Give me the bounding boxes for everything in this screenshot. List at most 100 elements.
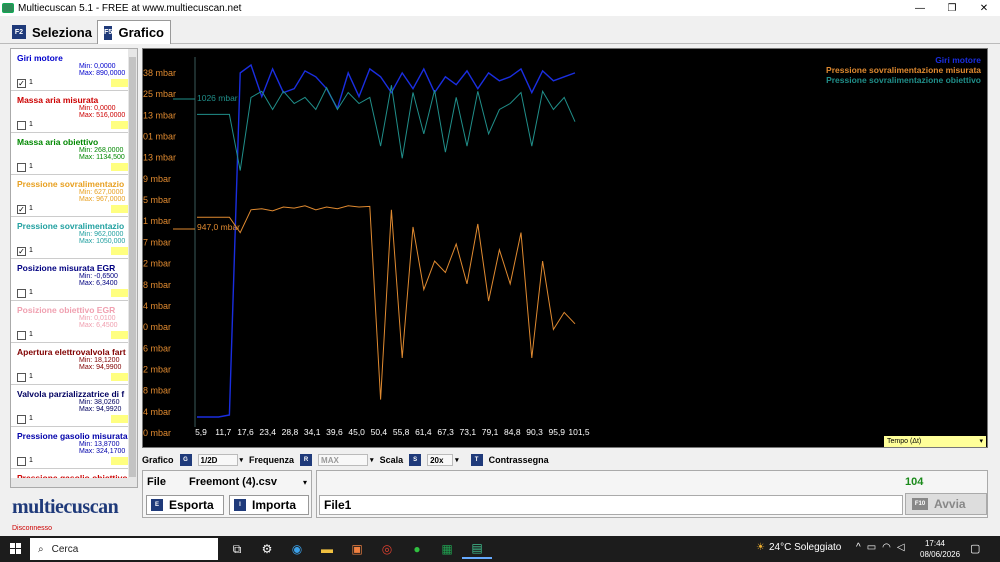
tab-seleziona[interactable]: F2 Seleziona [6,20,98,44]
parameter-checkbox[interactable] [17,457,26,466]
file-select[interactable]: Freemont (4).csv [189,476,277,488]
x-tick-label: 34,1 [304,427,321,437]
importa-button[interactable]: I Importa [229,495,309,515]
scala-select[interactable]: 20x [427,454,454,466]
app-icon-settings[interactable]: ⚙ [252,539,282,559]
x-tick-label: 17,6 [237,427,254,437]
annotation-misurata: 947,0 mbar [197,222,240,232]
parameter-item[interactable]: Posizione obiettivo EGR Min: 0,0100 Max: 6… [11,301,133,343]
x-tick-label: 73,1 [460,427,477,437]
parameter-checkbox[interactable] [17,121,26,130]
parameter-name: Giri motore [17,53,63,63]
chevron-down-icon[interactable]: ▾ [455,456,459,464]
x-tick-label: 39,6 [326,427,343,437]
scrollbar-thumb[interactable] [129,57,136,477]
x-tick-label: 90,3 [526,427,543,437]
parameter-max: Max: 6,4500 [79,322,118,329]
esporta-button[interactable]: E Esporta [146,495,224,515]
parameter-axis-number: 1 [29,289,33,296]
x-axis-label-selector[interactable]: Tempo (Δt) ▾ [884,436,986,447]
esporta-label: Esporta [169,498,214,512]
parameter-item[interactable]: Valvola parzializzatrice di f Min: 38,026… [11,385,133,427]
minimize-button[interactable]: — [904,0,936,16]
horizontal-scrollbar[interactable] [11,478,129,487]
parameter-item[interactable]: Apertura elettrovalvola fart Min: 18,1200… [11,343,133,385]
parameter-axis-number: 1 [29,79,33,86]
parameter-item[interactable]: Pressione sovralimentazio Min: 627,0000 Ma… [11,175,133,217]
wifi-icon[interactable]: ◠ [882,542,891,553]
y-tick-label: 4 mbar [143,407,171,417]
parameter-item[interactable]: Posizione misurata EGR Min: -0,6500 Max: 6… [11,259,133,301]
grafico-key[interactable]: G [179,454,192,466]
y-tick-label: 13 mbar [143,153,176,163]
volume-icon[interactable]: ◁ [897,542,905,553]
sample-count: 104 [905,476,924,488]
parameter-item[interactable]: Massa aria obiettivo Min: 268,0000 Max: 11… [11,133,133,175]
taskbar: ⌕ Cerca ⧉ ⚙ ◉ ▬ ▣ ◎ ● ▦ ▤ ☀ 24°C Soleggiat… [0,536,1000,562]
parameter-axis-number: 1 [29,205,33,212]
parameter-checkbox[interactable]: ✓ [17,247,26,256]
weather-widget[interactable]: ☀ 24°C Soleggiato [756,542,841,553]
clock-date: 08/06/2026 [920,550,961,559]
contrassegna-label[interactable]: Contrassegna [489,455,549,465]
parameter-min: Min: 13,8700 [79,441,120,448]
windows-start-icon[interactable] [10,543,22,555]
task-view-icon[interactable]: ⧉ [222,539,252,559]
parameter-name: Pressione gasolio misurata [17,431,128,441]
vertical-scrollbar[interactable] [128,49,137,487]
taskbar-search[interactable]: ⌕ Cerca [30,538,218,560]
close-button[interactable]: ✕ [968,0,1000,16]
network-icon[interactable]: ▭ [867,542,876,553]
system-tray[interactable]: ^ ▭ ◠ ◁ [856,542,905,553]
edge-icon[interactable]: ◉ [282,539,312,559]
parameter-item[interactable]: Pressione gasolio misurata Min: 13,8700 Ma… [11,427,133,469]
parameter-checkbox[interactable] [17,331,26,340]
x-tick-label: 11,7 [215,427,231,437]
legend-pressione-misurata: Pressione sovralimentazione misurata [826,65,981,75]
parameter-item[interactable]: Pressione sovralimentazio Min: 962,0000 Ma… [11,217,133,259]
maximize-button[interactable]: ❐ [936,0,968,16]
notification-icon[interactable]: ▢ [970,542,980,555]
y-tick-label: 5 mbar [143,195,171,205]
chevron-down-icon[interactable]: ▾ [370,456,374,464]
contrassegna-key[interactable]: T [470,454,483,466]
frequenza-label: Frequenza [249,455,295,465]
file-label: File [147,476,166,488]
clock[interactable]: 17:44 08/06/2026 [920,538,961,560]
tab-grafico[interactable]: F5 Grafico [97,20,171,44]
file-explorer-icon[interactable]: ▬ [312,539,342,559]
filename-input[interactable]: File1 [319,495,903,515]
scala-key[interactable]: S [409,454,422,466]
avvia-label: Avvia [934,497,966,511]
parameter-checkbox[interactable] [17,415,26,424]
y-tick-label: 1 mbar [143,216,171,226]
grafico-select[interactable]: 1/2D [197,454,238,466]
parameter-checkbox[interactable] [17,163,26,172]
tab-label: Grafico [118,25,164,40]
chevron-down-icon[interactable]: ▾ [240,456,244,464]
parameter-item[interactable]: Giri motoreMin: 0,0000Max: 890,0000✓1▾ [11,49,133,91]
chrome-icon[interactable]: ◎ [372,539,402,559]
photos-icon[interactable]: ▣ [342,539,372,559]
parameter-checkbox[interactable]: ✓ [17,205,26,214]
frequenza-key[interactable]: R [300,454,313,466]
avvia-button[interactable]: F10 Avvia [905,493,987,515]
y-tick-label: 2 mbar [143,364,171,374]
chevron-down-icon[interactable]: ▾ [303,478,307,487]
parameter-checkbox[interactable]: ✓ [17,79,26,88]
parameter-item[interactable]: Massa aria misurata Min: 0,0000 Max: 516,0… [11,91,133,133]
parameter-min: Min: 0,0000 [79,105,116,112]
whatsapp-icon[interactable]: ● [402,539,432,559]
multiecuscan-taskbar-icon[interactable]: ▤ [462,539,492,559]
y-tick-label: 13 mbar [143,110,176,120]
parameter-max: Max: 1134,500 [79,154,125,161]
excel-icon[interactable]: ▦ [432,539,462,559]
parameter-checkbox[interactable] [17,373,26,382]
series-line [197,85,576,171]
x-tick-label: 84,8 [504,427,521,437]
chevron-up-icon[interactable]: ^ [856,542,861,553]
parameter-checkbox[interactable] [17,289,26,298]
chart-controls: Grafico G 1/2D ▾ Frequenza R MAX ▾ Scala… [142,452,988,468]
frequenza-select[interactable]: MAX [318,454,369,466]
parameter-min: Min: 0,0000 [79,63,116,70]
